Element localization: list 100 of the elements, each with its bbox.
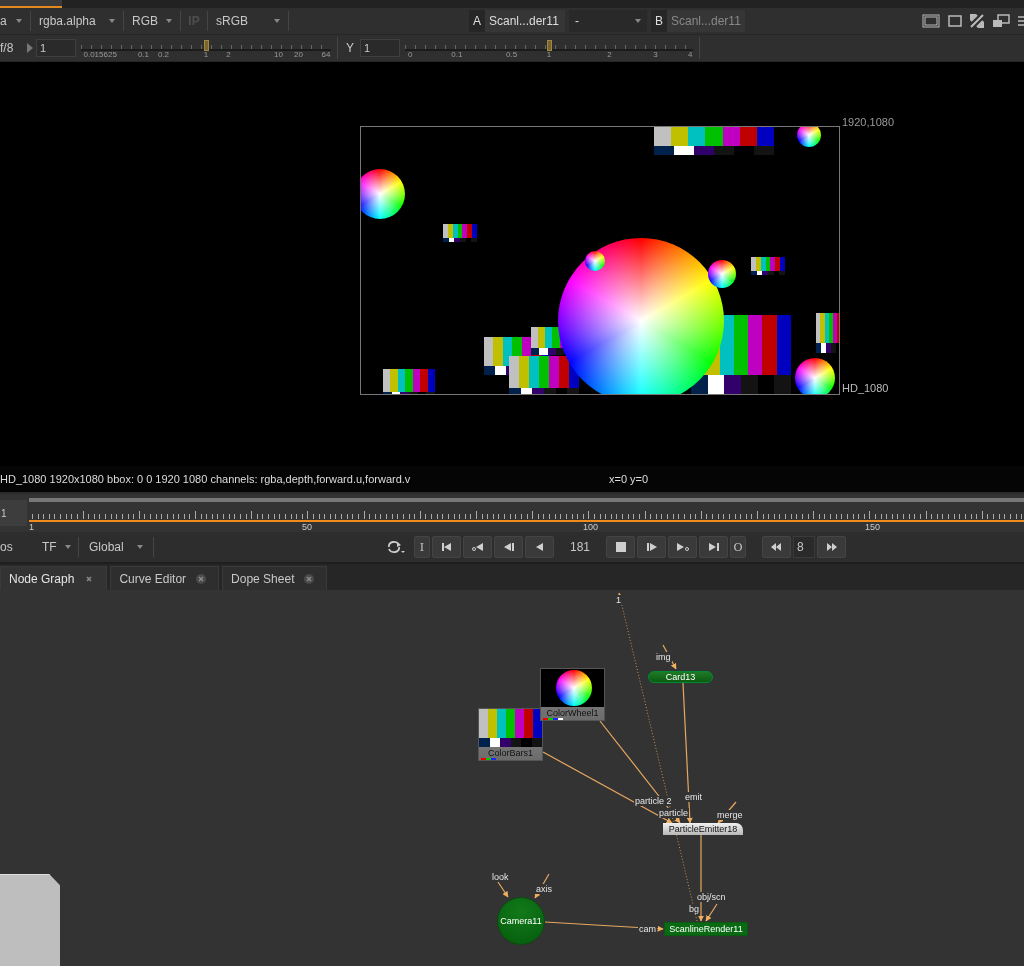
tick-label: 4 <box>687 50 693 59</box>
tick-label: 0 <box>407 50 413 59</box>
next-keyframe-button[interactable] <box>668 536 697 558</box>
image-info-text: HD_1080 1920x1080 bbox: 0 0 1920 1080 channels: rgba,depth,forward.u,forward.v <box>0 473 412 485</box>
slider-thumb[interactable] <box>204 40 209 51</box>
input-label: cam <box>638 924 657 934</box>
input-label: img <box>655 652 672 662</box>
tick-label: 0.1 <box>137 50 150 59</box>
input-label: bg <box>688 904 700 914</box>
tick-label: 2 <box>607 50 612 59</box>
frame-label: 1 <box>29 522 34 532</box>
frame-label: 50 <box>302 522 312 532</box>
last-frame-icon <box>706 541 721 553</box>
slider-thumb[interactable] <box>547 40 552 51</box>
gamma-field[interactable]: 1 <box>360 39 400 57</box>
input-label: emit <box>684 792 703 802</box>
format-label: HD_1080 <box>842 382 889 394</box>
stop-button[interactable] <box>606 536 635 558</box>
out-point-button[interactable]: O <box>730 536 746 558</box>
panel-tab[interactable]: Curve Editor <box>110 566 220 590</box>
emitter-node[interactable]: ParticleEmitter18 <box>663 823 743 835</box>
first-frame-button[interactable] <box>432 536 461 558</box>
gain-field[interactable]: 1 <box>36 39 76 57</box>
loop-icon[interactable] <box>386 540 406 554</box>
frame-field[interactable]: 1 <box>0 500 27 526</box>
play-icon[interactable] <box>26 42 34 54</box>
caret-icon <box>109 19 115 23</box>
overlapping-windows-icon[interactable] <box>992 14 1010 28</box>
input-label: particle <box>658 808 689 818</box>
input-label: axis <box>535 884 553 894</box>
tick-label: 0.5 <box>506 50 518 59</box>
panel-tab[interactable]: Node Graph <box>0 566 108 590</box>
slider-track[interactable]: 0 0.1 0.5 1 2 3 4 <box>405 36 693 60</box>
step-forward-button[interactable] <box>637 536 666 558</box>
input-label: obj/scn <box>696 892 727 902</box>
frame-label: 100 <box>583 522 599 532</box>
first-frame-icon <box>439 541 454 553</box>
input-label: particle 2 <box>634 796 673 806</box>
cursor-coordinates: x=0 y=0 <box>609 473 649 485</box>
close-icon[interactable] <box>304 573 315 584</box>
input-a-selector[interactable]: Scanl...der11 <box>485 14 565 28</box>
caret-icon <box>635 19 641 23</box>
image-node[interactable]: ColorBars1 <box>478 708 543 761</box>
slider-track[interactable]: 0.015625 0.1 0.2 1 2 10 20 64 <box>81 36 331 60</box>
caret-icon <box>64 545 71 549</box>
last-frame-button[interactable] <box>699 536 728 558</box>
fast-forward-icon <box>824 541 839 553</box>
backdrop-node[interactable] <box>0 874 60 966</box>
render-node[interactable]: ScanlineRender11 <box>664 922 748 936</box>
next-keyframe-icon <box>675 541 690 553</box>
frame-label: 150 <box>865 522 881 532</box>
camera-node[interactable]: Camera11 <box>497 897 545 945</box>
input-label: 1 <box>615 595 622 605</box>
tick-label: 10 <box>274 50 283 59</box>
channel-dropdown[interactable]: rgba.alpha <box>33 10 121 32</box>
menu-icon[interactable] <box>1018 15 1024 27</box>
resolution-label: 1920,1080 <box>842 116 894 128</box>
caret-icon <box>166 19 172 23</box>
tf-dropdown[interactable]: TF <box>36 536 74 558</box>
range-dropdown[interactable]: Global <box>83 536 149 558</box>
input-letter: A <box>469 10 485 32</box>
play-backward-button[interactable] <box>525 536 554 558</box>
caret-icon <box>137 545 143 549</box>
viewer-tab[interactable] <box>0 0 62 8</box>
tick-label: 2 <box>226 50 231 59</box>
window-icon[interactable] <box>948 15 962 27</box>
panel-tab[interactable]: Dope Sheet <box>222 566 328 590</box>
step-back-button[interactable] <box>494 536 523 558</box>
tick-label: 0.015625 <box>83 50 117 59</box>
caret-icon <box>274 19 280 23</box>
stop-icon <box>613 541 628 553</box>
display-dropdown[interactable]: RGB <box>126 10 178 32</box>
in-point-button[interactable]: I <box>414 536 430 558</box>
image-node[interactable]: ColorWheel1 <box>540 668 605 721</box>
tick-label: 20 <box>294 50 303 59</box>
previous-keyframe-icon <box>470 541 485 553</box>
increment-field[interactable]: 8 <box>793 536 815 558</box>
previous-keyframe-button[interactable] <box>463 536 492 558</box>
wipe-mode-dropdown[interactable]: - <box>569 10 647 32</box>
tick-label: 3 <box>653 50 658 59</box>
frame-icon[interactable] <box>922 14 940 28</box>
connector-arrow <box>497 881 509 898</box>
colorspace-dropdown[interactable]: sRGB <box>210 10 286 32</box>
tick-label: 1 <box>546 50 552 59</box>
step-forward-icon <box>644 541 659 553</box>
input-letter: B <box>651 10 667 32</box>
fast-forward-button[interactable] <box>817 536 846 558</box>
rewind-button[interactable] <box>762 536 791 558</box>
tick-label: 1 <box>203 50 209 59</box>
gain-label: f/8 <box>0 41 15 55</box>
input-label: merge <box>716 810 744 820</box>
channel-set-dropdown[interactable]: a <box>0 10 28 32</box>
card-node[interactable]: Card13 <box>648 671 713 683</box>
rewind-icon <box>769 541 784 553</box>
close-icon[interactable] <box>196 573 207 584</box>
close-icon[interactable] <box>84 573 95 584</box>
gamma-label: Y <box>346 41 355 55</box>
caret-icon <box>16 19 22 23</box>
input-label: look <box>491 872 510 882</box>
transport-label: os <box>0 540 14 554</box>
